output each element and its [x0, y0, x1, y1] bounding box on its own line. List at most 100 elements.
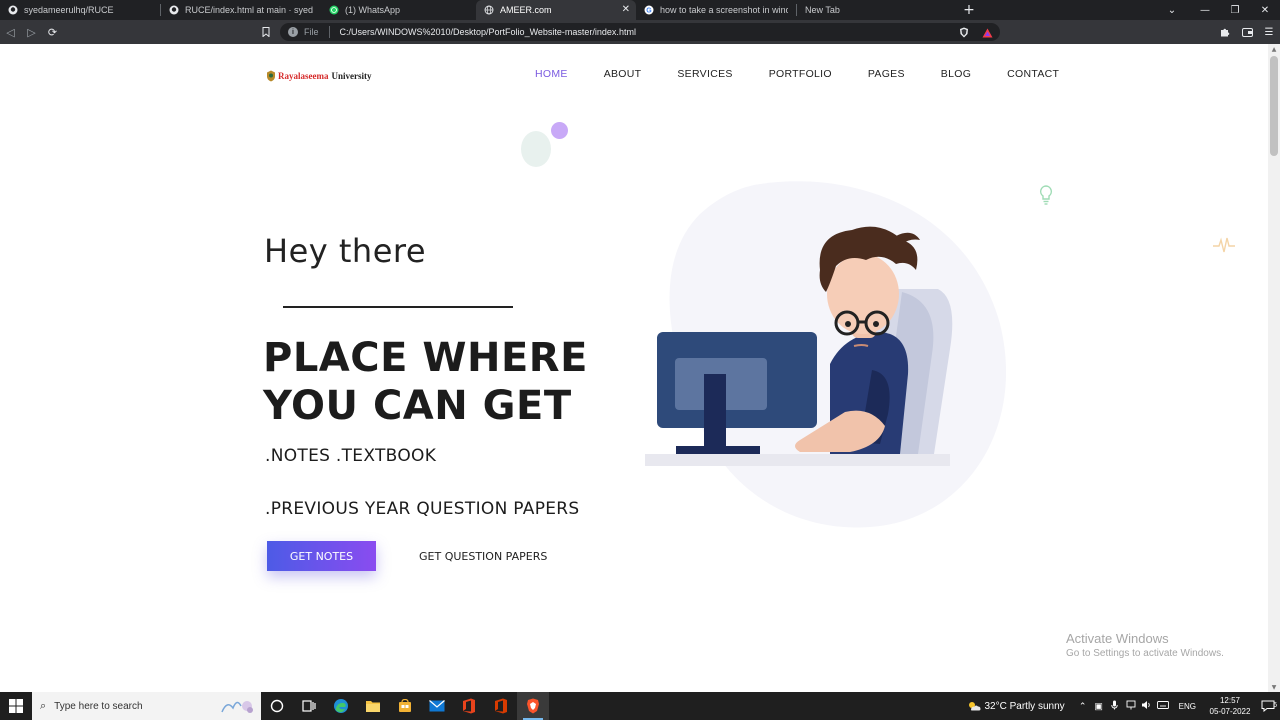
- browser-tab-strip: syedameerulhq/RUCE RUCE/index.html at ma…: [0, 0, 1280, 20]
- meet-now-icon[interactable]: ▣: [1091, 701, 1107, 712]
- notification-count-badge: 6: [1273, 702, 1277, 709]
- wallet-icon[interactable]: [1236, 20, 1258, 44]
- volume-icon[interactable]: [1139, 700, 1155, 712]
- main-nav: HOME ABOUT SERVICES PORTFOLIO PAGES BLOG…: [535, 68, 1059, 80]
- network-icon[interactable]: [1123, 700, 1139, 712]
- get-notes-button[interactable]: GET NOTES: [267, 541, 376, 571]
- lightbulb-icon: [1038, 184, 1054, 208]
- address-url: C:/Users/WINDOWS%2010/Desktop/PortFolio_…: [339, 27, 636, 37]
- hero-subtitle-papers: .PREVIOUS YEAR QUESTION PAPERS: [265, 499, 580, 519]
- office-app-icon[interactable]: [485, 692, 517, 720]
- menu-hamburger-icon[interactable]: ☰: [1258, 20, 1280, 44]
- tab-github-ruce[interactable]: syedameerulhq/RUCE: [0, 0, 160, 20]
- tab-title: RUCE/index.html at main · syedameer: [185, 5, 313, 15]
- svg-text:G: G: [646, 8, 652, 15]
- scroll-down-icon[interactable]: ▼: [1268, 682, 1280, 692]
- hero-title-line-1: PLACE WHERE: [263, 335, 588, 381]
- system-tray: 32°C Partly sunny ⌃ ▣ ENG 12:57 05-07-20…: [967, 692, 1280, 720]
- brave-shield-icon[interactable]: [959, 23, 969, 42]
- extensions-puzzle-icon[interactable]: [1214, 20, 1236, 44]
- hero-subtitle-notes: .NOTES .TEXTBOOK: [265, 446, 437, 466]
- logo-name: University: [331, 71, 372, 81]
- window-close-icon[interactable]: ✕: [1250, 0, 1280, 20]
- omnibox-extensions: [952, 23, 1000, 41]
- weather-widget[interactable]: 32°C Partly sunny: [967, 701, 1065, 712]
- whatsapp-icon: [329, 5, 339, 15]
- logo-name-highlight: Rayalaseema: [278, 71, 329, 81]
- window-controls: — ❐ ✕: [1190, 0, 1280, 20]
- new-tab-plus-icon[interactable]: +: [957, 0, 981, 20]
- forward-arrow-icon[interactable]: ▷: [21, 20, 42, 44]
- tab-new-tab[interactable]: New Tab: [797, 0, 957, 20]
- microsoft-store-icon[interactable]: [389, 692, 421, 720]
- decorative-dot: [551, 122, 568, 139]
- hero-title-line-2: YOU CAN GET: [263, 383, 572, 429]
- tab-whatsapp[interactable]: (1) WhatsApp: [321, 0, 476, 20]
- tab-github-index[interactable]: RUCE/index.html at main · syedameer: [161, 0, 321, 20]
- tab-title: New Tab: [805, 5, 840, 15]
- developer-illustration: [640, 174, 1010, 534]
- microphone-icon[interactable]: [1107, 700, 1123, 712]
- nav-blog[interactable]: BLOG: [941, 68, 971, 80]
- page-scrollbar[interactable]: ▲ ▼: [1268, 44, 1280, 692]
- clock-time: 12:57: [1219, 696, 1241, 705]
- tab-search-chevron-icon[interactable]: ⌄: [1162, 0, 1182, 20]
- tab-ameer-active[interactable]: AMEER.com ✕: [476, 0, 636, 20]
- notification-center-icon[interactable]: 6: [1256, 700, 1280, 712]
- github-icon: [169, 5, 179, 15]
- search-highlight-art-icon[interactable]: [219, 696, 255, 716]
- task-view-icon[interactable]: [293, 692, 325, 720]
- minimize-icon[interactable]: —: [1190, 0, 1220, 20]
- hero-divider: [283, 306, 513, 308]
- address-scheme-label: File: [304, 27, 319, 37]
- cortana-icon[interactable]: [261, 692, 293, 720]
- taskbar-clock[interactable]: 12:57 05-07-2022: [1204, 695, 1256, 717]
- page-viewport: Rayalaseema University HOME ABOUT SERVIC…: [0, 44, 1268, 692]
- search-icon: ⌕: [40, 699, 47, 712]
- keyboard-icon[interactable]: [1155, 701, 1171, 711]
- reload-icon[interactable]: ⟳: [42, 20, 63, 44]
- brave-rewards-icon[interactable]: [982, 23, 993, 42]
- scrollbar-thumb[interactable]: [1270, 56, 1278, 156]
- nav-portfolio[interactable]: PORTFOLIO: [769, 68, 832, 80]
- site-logo[interactable]: Rayalaseema University: [266, 69, 372, 83]
- close-icon[interactable]: ✕: [622, 4, 630, 15]
- tab-title: how to take a screenshot in windows: [660, 5, 788, 15]
- nav-home[interactable]: HOME: [535, 68, 568, 80]
- nav-about[interactable]: ABOUT: [604, 68, 642, 80]
- bookmark-icon[interactable]: [258, 20, 274, 44]
- browser-actions: ☰: [1214, 20, 1280, 44]
- language-indicator[interactable]: ENG: [1179, 702, 1196, 711]
- heartbeat-pulse-icon: [1212, 236, 1236, 254]
- windows-taskbar: ⌕ Type here to search 32°C Partly sunny …: [0, 692, 1280, 720]
- tray-overflow-chevron-icon[interactable]: ⌃: [1075, 701, 1091, 712]
- activate-windows-watermark: Activate Windows Go to Settings to activ…: [1066, 631, 1224, 659]
- file-explorer-icon[interactable]: [357, 692, 389, 720]
- clock-date: 05-07-2022: [1209, 707, 1251, 716]
- github-icon: [8, 5, 18, 15]
- back-arrow-icon[interactable]: ◁: [0, 20, 21, 44]
- tab-title: (1) WhatsApp: [345, 5, 401, 15]
- restore-icon[interactable]: ❐: [1220, 0, 1250, 20]
- windows-start-icon[interactable]: [0, 692, 32, 720]
- taskbar-search-placeholder: Type here to search: [54, 700, 143, 712]
- decorative-blob: [521, 131, 551, 167]
- mail-icon[interactable]: [421, 692, 453, 720]
- tab-google-search[interactable]: G how to take a screenshot in windows: [636, 0, 796, 20]
- nav-services[interactable]: SERVICES: [677, 68, 732, 80]
- watermark-title: Activate Windows: [1066, 631, 1169, 646]
- university-emblem-icon: [266, 70, 276, 82]
- taskbar-search-box[interactable]: ⌕ Type here to search: [32, 692, 261, 720]
- office-icon[interactable]: [453, 692, 485, 720]
- info-icon[interactable]: i: [288, 27, 298, 37]
- brave-browser-taskbar-icon[interactable]: [517, 692, 549, 720]
- hero-greeting: Hey there: [264, 232, 427, 270]
- nav-contact[interactable]: CONTACT: [1007, 68, 1059, 80]
- hero-title: PLACE WHERE YOU CAN GET: [263, 334, 603, 430]
- get-question-papers-button[interactable]: GET QUESTION PAPERS: [419, 541, 547, 571]
- edge-browser-icon[interactable]: [325, 692, 357, 720]
- scroll-up-icon[interactable]: ▲: [1268, 44, 1280, 54]
- address-bar[interactable]: i File C:/Users/WINDOWS%2010/Desktop/Por…: [280, 23, 1000, 41]
- google-icon: G: [644, 5, 654, 15]
- nav-pages[interactable]: PAGES: [868, 68, 905, 80]
